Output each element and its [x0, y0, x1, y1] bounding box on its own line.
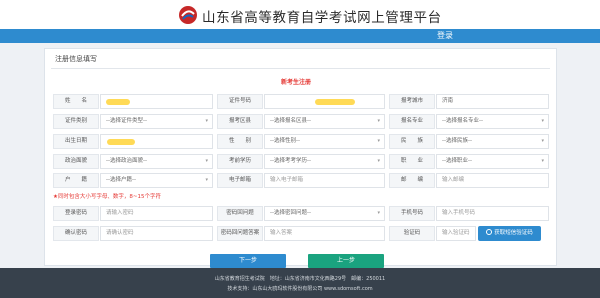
- verify-code-placeholder: 输入验证码: [442, 230, 470, 236]
- education-value: --选择考考学历--: [270, 158, 311, 164]
- hukou-label: 户 籍: [53, 173, 99, 188]
- name-field[interactable]: [100, 94, 213, 109]
- security-answer-placeholder: 输入答案: [270, 230, 293, 236]
- footer-address: 山东省教育招生考试院 地址：山东省济南市文化西路29号 邮编：250011: [214, 276, 386, 282]
- chevron-down-icon: ▾: [205, 177, 208, 183]
- ethnic-value: --选择民族--: [442, 138, 472, 144]
- chevron-down-icon: ▾: [541, 138, 544, 144]
- exam-logo-icon: [179, 6, 197, 24]
- chevron-down-icon: ▾: [377, 118, 380, 124]
- registration-panel: 注册信息填写 新考生注册 姓 名 证件号码 报考城市 济南 证件类别 --选择证…: [44, 48, 557, 268]
- chevron-down-icon: ▾: [541, 118, 544, 124]
- chevron-down-icon: ▾: [377, 210, 380, 216]
- email-label: 电子邮箱: [217, 173, 263, 188]
- id-number-field[interactable]: [264, 94, 385, 109]
- get-sms-code-label: 获取短信验证码: [494, 230, 533, 236]
- confirm-password-input[interactable]: 请确认密码: [100, 226, 213, 241]
- postcode-input[interactable]: 输入邮编: [436, 173, 549, 188]
- hukou-select[interactable]: --选择户籍-- ▾: [100, 173, 213, 188]
- get-sms-code-button[interactable]: 获取短信验证码: [478, 226, 541, 241]
- confirm-password-placeholder: 请确认密码: [106, 230, 134, 236]
- login-password-label: 登录密码: [53, 206, 99, 221]
- id-number-label: 证件号码: [217, 94, 263, 109]
- form-heading: 新考生注册: [281, 79, 312, 86]
- security-answer-label: 密码回问题答案: [217, 226, 263, 241]
- hukou-value: --选择户籍--: [106, 177, 136, 183]
- redaction-mark: [107, 139, 135, 145]
- job-label: 职 业: [389, 154, 435, 169]
- login-link[interactable]: 登录: [437, 30, 453, 41]
- birth-date-label: 出生日期: [53, 134, 99, 149]
- political-select[interactable]: --选择政治面貌-- ▾: [100, 154, 213, 169]
- gender-value: --选择性别--: [270, 138, 300, 144]
- next-step-button[interactable]: 下一步: [210, 254, 286, 268]
- site-title: 山东省高等教育自学考试网上管理平台: [202, 10, 442, 26]
- political-label: 政治面貌: [53, 154, 99, 169]
- mobile-placeholder: 输入手机号码: [442, 210, 476, 216]
- postcode-placeholder: 输入邮编: [442, 177, 465, 183]
- panel-title: 注册信息填写: [55, 55, 97, 63]
- education-select[interactable]: --选择考考学历-- ▾: [264, 154, 385, 169]
- verify-code-label: 验证码: [389, 226, 435, 241]
- id-type-label: 证件类别: [53, 114, 99, 129]
- previous-step-button[interactable]: 上一步: [308, 254, 384, 268]
- security-answer-input[interactable]: 输入答案: [264, 226, 385, 241]
- email-placeholder: 输入电子邮箱: [270, 177, 304, 183]
- mobile-input[interactable]: 输入手机号码: [436, 206, 549, 221]
- chevron-down-icon: ▾: [541, 158, 544, 164]
- political-value: --选择政治面貌--: [106, 158, 147, 164]
- verify-code-input[interactable]: 输入验证码: [436, 226, 476, 241]
- gender-label: 性 别: [217, 134, 263, 149]
- education-label: 考前学历: [217, 154, 263, 169]
- confirm-password-label: 确认密码: [53, 226, 99, 241]
- birth-date-field[interactable]: [100, 134, 213, 149]
- chevron-down-icon: ▾: [377, 158, 380, 164]
- major-label: 报名专业: [389, 114, 435, 129]
- exam-area-value: --选择报名区县--: [270, 118, 311, 124]
- email-input[interactable]: 输入电子邮箱: [264, 173, 385, 188]
- chevron-down-icon: ▾: [377, 138, 380, 144]
- check-circle-icon: [486, 228, 493, 235]
- name-label: 姓 名: [53, 94, 99, 109]
- major-select[interactable]: --选择报名专业-- ▾: [436, 114, 549, 129]
- id-type-value: --选择证件类型--: [106, 118, 147, 124]
- top-nav: 登录: [0, 29, 600, 43]
- major-value: --选择报名专业--: [442, 118, 483, 124]
- ethnic-label: 民 族: [389, 134, 435, 149]
- site-header: 山东省高等教育自学考试网上管理平台: [0, 0, 600, 28]
- exam-city-field[interactable]: 济南: [436, 94, 549, 109]
- chevron-down-icon: ▾: [205, 118, 208, 124]
- exam-area-label: 报考区县: [217, 114, 263, 129]
- exam-city-value: 济南: [442, 98, 454, 104]
- redaction-mark: [106, 99, 130, 105]
- redaction-mark: [315, 99, 355, 105]
- content-area: 注册信息填写 新考生注册 姓 名 证件号码 报考城市 济南 证件类别 --选择证…: [0, 43, 600, 268]
- security-question-value: --选择密回问题--: [270, 210, 311, 216]
- job-select[interactable]: --选择职业-- ▾: [436, 154, 549, 169]
- chevron-down-icon: ▾: [205, 158, 208, 164]
- login-password-placeholder: 请输入密码: [106, 210, 134, 216]
- exam-city-label: 报考城市: [389, 94, 435, 109]
- security-question-select[interactable]: --选择密回问题-- ▾: [264, 206, 385, 221]
- gender-select[interactable]: --选择性别-- ▾: [264, 134, 385, 149]
- security-question-label: 密码回问题: [217, 206, 263, 221]
- password-hint: ★同时包含大小写字母、数字，8~15个字符: [53, 194, 162, 200]
- exam-area-select[interactable]: --选择报名区县-- ▾: [264, 114, 385, 129]
- footer-support: 技术支持：山东山大鸥玛软件股份有限公司 www.sdomsoft.com: [227, 286, 373, 292]
- job-value: --选择职业--: [442, 158, 472, 164]
- panel-divider: [51, 68, 550, 69]
- ethnic-select[interactable]: --选择民族-- ▾: [436, 134, 549, 149]
- postcode-label: 邮 编: [389, 173, 435, 188]
- id-type-select[interactable]: --选择证件类型-- ▾: [100, 114, 213, 129]
- mobile-label: 手机号码: [389, 206, 435, 221]
- site-footer: 山东省教育招生考试院 地址：山东省济南市文化西路29号 邮编：250011 技术…: [0, 268, 600, 298]
- login-password-input[interactable]: 请输入密码: [100, 206, 213, 221]
